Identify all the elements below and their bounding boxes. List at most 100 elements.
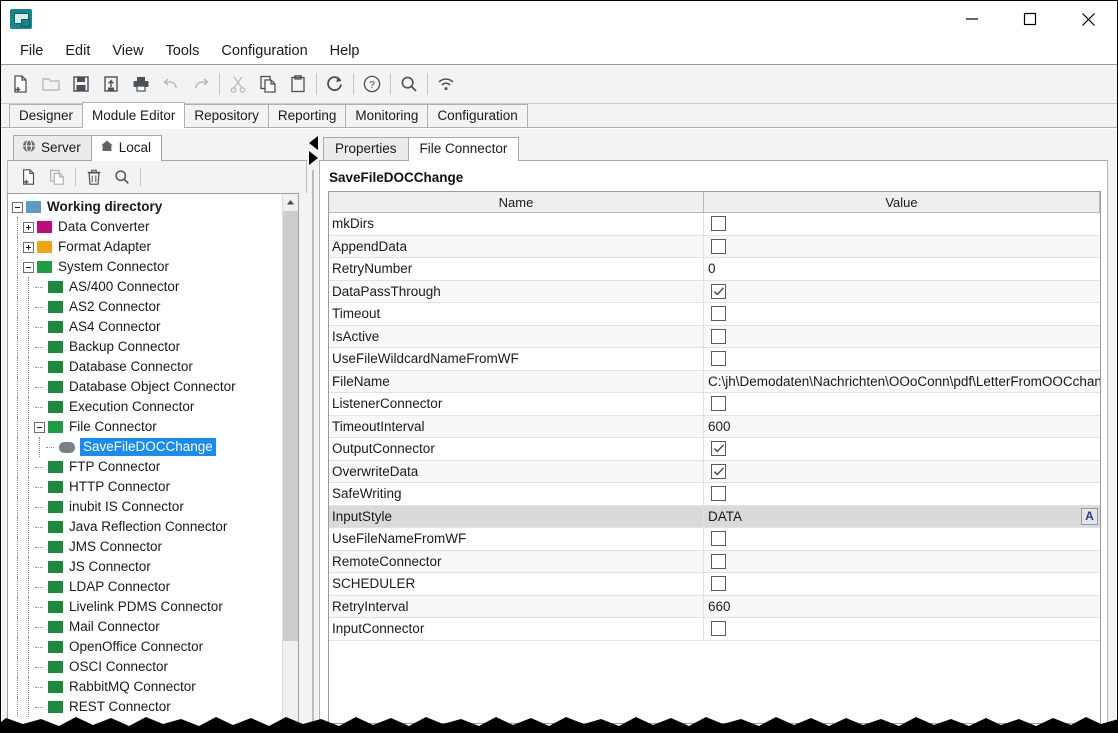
menu-view[interactable]: View xyxy=(101,40,154,62)
table-row[interactable]: UseFileWildcardNameFromWF xyxy=(329,348,1100,371)
tree-item-rabbitmq-connector[interactable]: RabbitMQ Connector xyxy=(8,677,282,697)
scroll-track[interactable] xyxy=(283,641,298,730)
connector-tree[interactable]: Working directoryData ConverterFormat Ad… xyxy=(8,194,282,730)
tree-item-java-reflection-connector[interactable]: Java Reflection Connector xyxy=(8,517,282,537)
checkbox-unchecked[interactable] xyxy=(711,486,726,501)
table-row[interactable]: IsActive xyxy=(329,326,1100,349)
tree-item-js-connector[interactable]: JS Connector xyxy=(8,557,282,577)
property-value-cell[interactable] xyxy=(704,618,1100,640)
table-row[interactable]: ListenerConnector xyxy=(329,393,1100,416)
text-editor-button[interactable]: A xyxy=(1081,508,1098,525)
tree-item-as4-connector[interactable]: AS4 Connector xyxy=(8,317,282,337)
tab-file-connector[interactable]: File Connector xyxy=(408,137,520,161)
checkbox-unchecked[interactable] xyxy=(711,351,726,366)
copy-item-icon[interactable] xyxy=(43,164,71,190)
table-row[interactable]: RemoteConnector xyxy=(329,551,1100,574)
table-row[interactable]: InputConnector xyxy=(329,618,1100,641)
new-item-icon[interactable] xyxy=(15,164,43,190)
table-row[interactable]: mkDirs xyxy=(329,213,1100,236)
tree-item-mail-connector[interactable]: Mail Connector xyxy=(8,617,282,637)
panel-splitter[interactable] xyxy=(307,129,319,731)
property-value-cell[interactable] xyxy=(704,483,1100,505)
help-icon[interactable]: ? xyxy=(357,69,387,99)
checkbox-checked[interactable] xyxy=(711,464,726,479)
table-row[interactable]: TimeoutInterval600 xyxy=(329,416,1100,439)
tree-item-data-converter[interactable]: Data Converter xyxy=(8,217,282,237)
checkbox-checked[interactable] xyxy=(711,441,726,456)
search-icon[interactable] xyxy=(394,69,424,99)
property-value-cell[interactable] xyxy=(704,393,1100,415)
tree-expand-icon[interactable] xyxy=(23,242,34,253)
tree-item-rest-connector[interactable]: REST Connector xyxy=(8,697,282,717)
print-icon[interactable] xyxy=(126,69,156,99)
table-row[interactable]: OutputConnector xyxy=(329,438,1100,461)
tree-item-http-connector[interactable]: HTTP Connector xyxy=(8,477,282,497)
tree-expand-icon[interactable] xyxy=(23,222,34,233)
save-icon[interactable] xyxy=(66,69,96,99)
tree-item-livelink-pdms-connector[interactable]: Livelink PDMS Connector xyxy=(8,597,282,617)
refresh-icon[interactable] xyxy=(320,69,350,99)
tree-item-openoffice-connector[interactable]: OpenOffice Connector xyxy=(8,637,282,657)
property-value-cell[interactable] xyxy=(704,213,1100,235)
tree-item-backup-connector[interactable]: Backup Connector xyxy=(8,337,282,357)
tree-item-database-object-connector[interactable]: Database Object Connector xyxy=(8,377,282,397)
paste-icon[interactable] xyxy=(283,69,313,99)
tree-collapse-icon[interactable] xyxy=(23,262,34,273)
property-value-cell[interactable]: C:\jh\Demodaten\Nachrichten\OOoConn\pdf\… xyxy=(704,371,1100,393)
property-value-cell[interactable]: 600 xyxy=(704,416,1100,438)
minimize-button[interactable] xyxy=(943,1,1001,37)
tab-properties[interactable]: Properties xyxy=(323,137,409,160)
table-row[interactable]: RetryNumber0 xyxy=(329,258,1100,281)
property-value-cell[interactable]: 0 xyxy=(704,258,1100,280)
table-row[interactable]: Timeout xyxy=(329,303,1100,326)
table-row[interactable]: AppendData xyxy=(329,236,1100,259)
table-row[interactable]: FileNameC:\jh\Demodaten\Nachrichten\OOoC… xyxy=(329,371,1100,394)
property-value-cell[interactable] xyxy=(704,303,1100,325)
scroll-thumb[interactable] xyxy=(283,211,298,641)
property-value-cell[interactable] xyxy=(704,551,1100,573)
checkbox-checked[interactable] xyxy=(711,284,726,299)
checkbox-unchecked[interactable] xyxy=(711,576,726,591)
table-row[interactable]: SafeWriting xyxy=(329,483,1100,506)
tree-item-database-connector[interactable]: Database Connector xyxy=(8,357,282,377)
redo-icon[interactable] xyxy=(186,69,216,99)
table-row[interactable]: SCHEDULER xyxy=(329,573,1100,596)
tab-designer[interactable]: Designer xyxy=(9,104,83,127)
collapse-left-icon[interactable] xyxy=(309,136,318,150)
tree-item-execution-connector[interactable]: Execution Connector xyxy=(8,397,282,417)
checkbox-unchecked[interactable] xyxy=(711,306,726,321)
collapse-right-icon[interactable] xyxy=(309,151,318,165)
tree-item-ldap-connector[interactable]: LDAP Connector xyxy=(8,577,282,597)
tree-collapse-icon[interactable] xyxy=(12,202,23,213)
tree-collapse-icon[interactable] xyxy=(34,422,45,433)
table-row[interactable]: OverwriteData xyxy=(329,461,1100,484)
tab-reporting[interactable]: Reporting xyxy=(268,104,347,127)
checkbox-unchecked[interactable] xyxy=(711,239,726,254)
menu-edit[interactable]: Edit xyxy=(54,40,101,62)
tree-item-osci-connector[interactable]: OSCI Connector xyxy=(8,657,282,677)
checkbox-unchecked[interactable] xyxy=(711,531,726,546)
tab-module-editor[interactable]: Module Editor xyxy=(82,102,185,128)
open-folder-icon[interactable] xyxy=(36,69,66,99)
tree-item-format-adapter[interactable]: Format Adapter xyxy=(8,237,282,257)
tab-server[interactable]: Server xyxy=(13,135,92,160)
tab-configuration[interactable]: Configuration xyxy=(427,104,527,127)
table-row[interactable]: DataPassThrough xyxy=(329,281,1100,304)
tree-item-working-directory[interactable]: Working directory xyxy=(8,197,282,217)
maximize-button[interactable] xyxy=(1001,1,1059,37)
checkbox-unchecked[interactable] xyxy=(711,396,726,411)
column-header-value[interactable]: Value xyxy=(704,192,1100,213)
new-document-icon[interactable] xyxy=(6,69,36,99)
property-value-cell[interactable] xyxy=(704,461,1100,483)
tree-item-as2-connector[interactable]: AS2 Connector xyxy=(8,297,282,317)
checkbox-unchecked[interactable] xyxy=(711,329,726,344)
table-row[interactable]: UseFileNameFromWF xyxy=(329,528,1100,551)
menu-configuration[interactable]: Configuration xyxy=(210,40,318,62)
checkbox-unchecked[interactable] xyxy=(711,216,726,231)
tree-scrollbar[interactable] xyxy=(282,194,298,730)
copy-icon[interactable] xyxy=(253,69,283,99)
tab-repository[interactable]: Repository xyxy=(184,104,269,127)
search-icon[interactable] xyxy=(108,164,136,190)
tab-local[interactable]: Local xyxy=(91,135,162,161)
property-value-cell[interactable] xyxy=(704,236,1100,258)
